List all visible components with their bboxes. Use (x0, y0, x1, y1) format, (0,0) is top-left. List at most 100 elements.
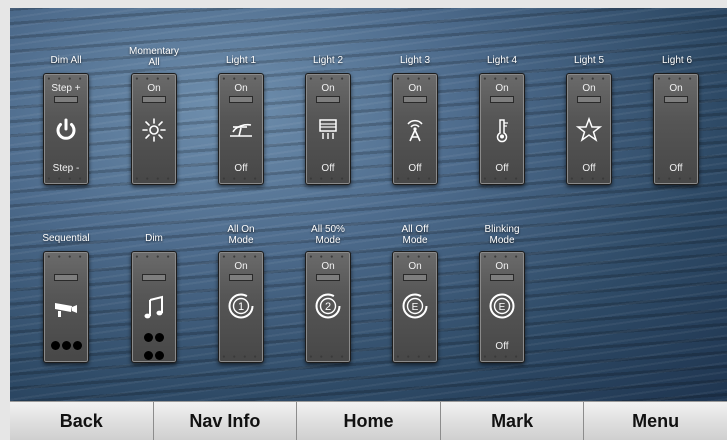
switch-light-5[interactable]: ● ● ● ● On Off ● ● ● ● (566, 73, 612, 185)
switch-label-light-1: Light 1 (225, 55, 257, 66)
switch-label-light-6: Light 6 (661, 55, 693, 66)
switch-top-text: On (147, 83, 161, 94)
switch-top-dots: ● ● ● ● (222, 76, 260, 82)
switch-indicator-bar (577, 96, 601, 103)
mode-1-icon: 1 (227, 292, 255, 320)
switch-bottom-dots: ● ● ● ● (222, 354, 260, 360)
switch-light-4[interactable]: ● ● ● ● On Off ● ● ● ● (479, 73, 525, 185)
switch-bottom-dots: ● ● ● ● (309, 354, 347, 360)
switch-bottom-dots: ● ● ● ● (570, 176, 608, 182)
switch-top-text: On (582, 83, 596, 94)
sun-icon (140, 116, 168, 144)
svg-text:E: E (412, 302, 419, 313)
switch-top-dots: ● ● ● ● (47, 76, 85, 82)
dim-dots (132, 329, 176, 365)
switch-label-dim: Dim (145, 233, 163, 244)
switch-top-dots: ● ● ● ● (657, 76, 695, 82)
switch-light-1[interactable]: ● ● ● ● On Off ● ● ● ● (218, 73, 264, 185)
switch-top-dots: ● ● ● ● (483, 76, 521, 82)
camera-icon (52, 294, 80, 322)
switch-bottom-text: Off (582, 163, 596, 174)
switch-indicator-bar (142, 96, 166, 103)
power-icon (52, 116, 80, 144)
switch-indicator-bar (229, 96, 253, 103)
heater-icon (314, 116, 342, 144)
svg-text:1: 1 (238, 301, 244, 313)
switch-sequential[interactable]: ● ● ● ● (43, 251, 89, 363)
antenna-icon (401, 116, 429, 144)
background-screen: Dim All Momentary All Light 1 Light 2 Li… (10, 8, 727, 401)
switch-momentary-all[interactable]: ● ● ● ● On ● ● ● ● (131, 73, 177, 185)
switch-top-dots: ● ● ● ● (222, 254, 260, 260)
switch-indicator-bar (316, 274, 340, 281)
switch-dim-all[interactable]: ● ● ● ● Step + Step - ● ● ● ● (43, 73, 89, 185)
switch-top-dots: ● ● ● ● (309, 76, 347, 82)
switch-bottom-dots: ● ● ● ● (657, 176, 695, 182)
switch-label-light-3: Light 3 (399, 55, 431, 66)
switch-top-dots: ● ● ● ● (309, 254, 347, 260)
switch-top-dots: ● ● ● ● (47, 254, 85, 260)
switch-light-2[interactable]: ● ● ● ● On Off ● ● ● ● (305, 73, 351, 185)
switch-bottom-dots: ● ● ● ● (309, 176, 347, 182)
switch-top-text: On (495, 261, 509, 272)
switch-all-50-mode[interactable]: ● ● ● ● On 2 ● ● ● ● (305, 251, 351, 363)
switch-label-light-5: Light 5 (573, 55, 605, 66)
switch-label-blinking-mode: Blinking Mode (484, 224, 520, 246)
switch-bottom-dots: ● ● ● ● (396, 176, 434, 182)
flow-meter-icon (227, 116, 255, 144)
switch-indicator-bar (316, 96, 340, 103)
switch-top-text: Step + (51, 83, 81, 94)
home-button[interactable]: Home (297, 402, 441, 440)
switch-label-all-on-mode: All On Mode (227, 224, 255, 246)
switch-label-light-4: Light 4 (486, 55, 518, 66)
svg-text:2: 2 (325, 301, 331, 313)
switch-bottom-text: Off (669, 163, 683, 174)
svg-text:E: E (499, 302, 506, 313)
switch-bottom-text: Off (234, 163, 248, 174)
switch-light-6[interactable]: ● ● ● ● On Off ● ● ● ● (653, 73, 699, 185)
switch-top-dots: ● ● ● ● (135, 76, 173, 82)
star-icon (575, 116, 603, 144)
switch-bottom-dots: ● ● ● ● (483, 354, 521, 360)
switch-top-text: On (495, 83, 509, 94)
switch-indicator-bar (490, 274, 514, 281)
mode-e-icon: E (488, 292, 516, 320)
switch-indicator-bar (142, 274, 166, 281)
switch-top-text: On (669, 83, 683, 94)
sequence-dots (44, 337, 88, 355)
mode-e-icon: E (401, 292, 429, 320)
switch-bottom-text: Off (495, 163, 509, 174)
menu-button[interactable]: Menu (584, 402, 727, 440)
switch-bottom-dots: ● ● ● ● (135, 176, 173, 182)
switch-indicator-bar (403, 96, 427, 103)
switch-bottom-dots: ● ● ● ● (483, 176, 521, 182)
switch-bottom-text: Step - (52, 163, 80, 174)
switch-all-on-mode[interactable]: ● ● ● ● On 1 ● ● ● ● (218, 251, 264, 363)
switch-top-text: On (408, 261, 422, 272)
switch-top-dots: ● ● ● ● (570, 76, 608, 82)
switch-top-text: On (408, 83, 422, 94)
switch-blinking-mode[interactable]: ● ● ● ● On E Off ● ● ● ● (479, 251, 525, 363)
switch-top-text: On (321, 261, 335, 272)
switch-bottom-text: Off (495, 341, 509, 352)
switch-indicator-bar (403, 274, 427, 281)
music-note-icon (140, 294, 168, 322)
switch-indicator-bar (229, 274, 253, 281)
switch-label-dim-all: Dim All (50, 55, 82, 66)
back-button[interactable]: Back (10, 402, 154, 440)
switch-label-all-50-mode: All 50% Mode (311, 224, 345, 246)
switch-all-off-mode[interactable]: ● ● ● ● On E ● ● ● ● (392, 251, 438, 363)
switch-top-text: On (321, 83, 335, 94)
bottom-nav-bar: Back Nav Info Home Mark Menu (10, 401, 727, 440)
switch-light-3[interactable]: ● ● ● ● On Off ● ● ● ● (392, 73, 438, 185)
mode-2-icon: 2 (314, 292, 342, 320)
switch-bottom-dots: ● ● ● ● (222, 176, 260, 182)
switch-bottom-dots: ● ● ● ● (396, 354, 434, 360)
mark-button[interactable]: Mark (440, 402, 585, 440)
switch-indicator-bar (54, 274, 78, 281)
switch-top-dots: ● ● ● ● (396, 254, 434, 260)
switch-bottom-dots: ● ● ● ● (47, 176, 85, 182)
nav-info-button[interactable]: Nav Info (153, 402, 298, 440)
switch-label-light-2: Light 2 (312, 55, 344, 66)
switch-dim[interactable]: ● ● ● ● (131, 251, 177, 363)
